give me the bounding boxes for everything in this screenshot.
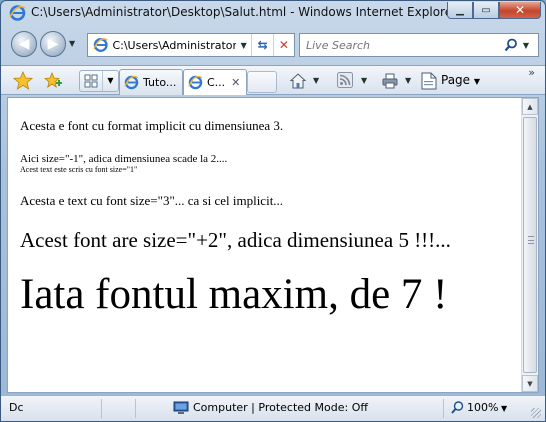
browser-window: C:\Users\Administrator\Desktop\Salut.htm…: [0, 0, 546, 422]
text-line: Iata fontul maxim, de 7 !: [20, 271, 448, 318]
text-line: Acest font are size="+2", adica dimensiu…: [20, 228, 451, 252]
status-bar: Dc Computer | Protected Mode: Off 100% ▼: [1, 395, 545, 421]
security-zone[interactable]: Computer | Protected Mode: Off: [193, 401, 368, 414]
forward-button[interactable]: ▶: [40, 31, 66, 57]
maximize-button[interactable]: ▭: [473, 2, 499, 19]
arrow-left-icon: ◀: [18, 36, 30, 52]
quick-tabs-icon: [80, 71, 102, 91]
page-icon: [421, 72, 437, 90]
address-input[interactable]: C:\Users\Administrator\Desktop\Salut.htm…: [112, 39, 236, 52]
vertical-scrollbar[interactable]: ▲ ▼: [521, 98, 538, 392]
quick-tabs-button[interactable]: ▼: [79, 70, 119, 92]
search-provider-dropdown[interactable]: ▼: [520, 41, 532, 50]
stop-button[interactable]: ✕: [272, 34, 294, 56]
title-bar[interactable]: C:\Users\Administrator\Desktop\Salut.htm…: [1, 1, 545, 25]
status-divider: [443, 399, 444, 418]
ie-page-icon: [124, 75, 139, 90]
more-commands-icon[interactable]: »: [528, 66, 535, 79]
internet-explorer-icon: [9, 5, 26, 21]
status-divider: [135, 399, 136, 418]
close-button[interactable]: ✕: [499, 2, 541, 19]
scroll-down-button[interactable]: ▼: [522, 375, 538, 392]
ie-page-icon: [188, 75, 203, 90]
window-title: C:\Users\Administrator\Desktop\Salut.htm…: [31, 5, 458, 19]
address-bar[interactable]: C:\Users\Administrator\Desktop\Salut.htm…: [87, 33, 295, 57]
feeds-icon[interactable]: [337, 72, 353, 88]
home-icon[interactable]: [289, 72, 307, 90]
web-page-content: Acesta e font cu format implicit cu dime…: [7, 97, 539, 393]
text-line: Acesta e text cu font size="3"... ca si …: [20, 193, 284, 208]
tab-list-dropdown[interactable]: ▼: [102, 71, 118, 91]
refresh-icon: ⇆: [257, 38, 268, 52]
zoom-level[interactable]: 100%: [467, 401, 498, 414]
resize-grip[interactable]: [531, 408, 541, 418]
tab-tutorial[interactable]: Tuto...: [119, 69, 183, 95]
new-tab-button[interactable]: [247, 71, 277, 93]
search-icon: [504, 38, 517, 52]
caption-buttons: ▁ ▭ ✕: [447, 2, 541, 19]
back-button[interactable]: ◀: [11, 31, 37, 57]
status-divider: [101, 399, 102, 418]
print-dropdown[interactable]: ▼: [405, 76, 411, 85]
zoom-dropdown[interactable]: ▼: [501, 404, 507, 413]
document-body: Acesta e font cu format implicit cu dime…: [20, 104, 510, 321]
scroll-thumb[interactable]: [523, 117, 537, 373]
page-menu-label: Page: [441, 73, 471, 87]
tab-label: Tuto...: [143, 76, 177, 89]
add-to-favorites-icon[interactable]: [43, 71, 63, 91]
ie-page-icon: [93, 38, 108, 52]
feeds-dropdown[interactable]: ▼: [361, 76, 367, 85]
close-tab-icon[interactable]: ✕: [231, 76, 240, 89]
stop-icon: ✕: [278, 38, 289, 52]
zoom-icon[interactable]: [451, 401, 464, 414]
recent-pages-dropdown[interactable]: ▼: [69, 39, 75, 48]
chevron-down-icon: ▼: [473, 77, 481, 86]
search-box[interactable]: ▼: [299, 33, 539, 57]
search-input[interactable]: [306, 38, 502, 52]
grip-icon: [528, 236, 534, 244]
page-menu-button[interactable]: Page ▼: [441, 73, 480, 87]
navigation-bar: ◀ ▶ ▼ C:\Users\Administrator\Desktop\Sal…: [1, 27, 545, 63]
status-text: Dc: [9, 401, 24, 414]
print-icon[interactable]: [381, 72, 399, 90]
scroll-up-button[interactable]: ▲: [522, 98, 538, 115]
text-line: Acest text este scris cu font size="1": [20, 165, 138, 174]
favorites-star-icon[interactable]: [13, 71, 33, 91]
tab-label: C...: [207, 76, 226, 89]
tab-command-bar: ▼ Tuto... C... ✕ ▼ ▼ ▼ Page ▼ »: [1, 65, 545, 95]
text-line: Acesta e font cu format implicit cu dime…: [20, 118, 284, 133]
arrow-right-icon: ▶: [47, 36, 59, 52]
address-dropdown-button[interactable]: ▼: [236, 34, 251, 56]
text-line: Aici size="-1", adica dimensiunea scade …: [20, 153, 228, 165]
home-dropdown[interactable]: ▼: [313, 76, 319, 85]
computer-zone-icon: [173, 401, 189, 414]
minimize-button[interactable]: ▁: [447, 2, 473, 19]
refresh-button[interactable]: ⇆: [251, 34, 272, 56]
tab-current[interactable]: C... ✕: [183, 69, 247, 95]
chevron-down-icon: ▼: [240, 40, 247, 50]
search-button[interactable]: [502, 34, 520, 56]
